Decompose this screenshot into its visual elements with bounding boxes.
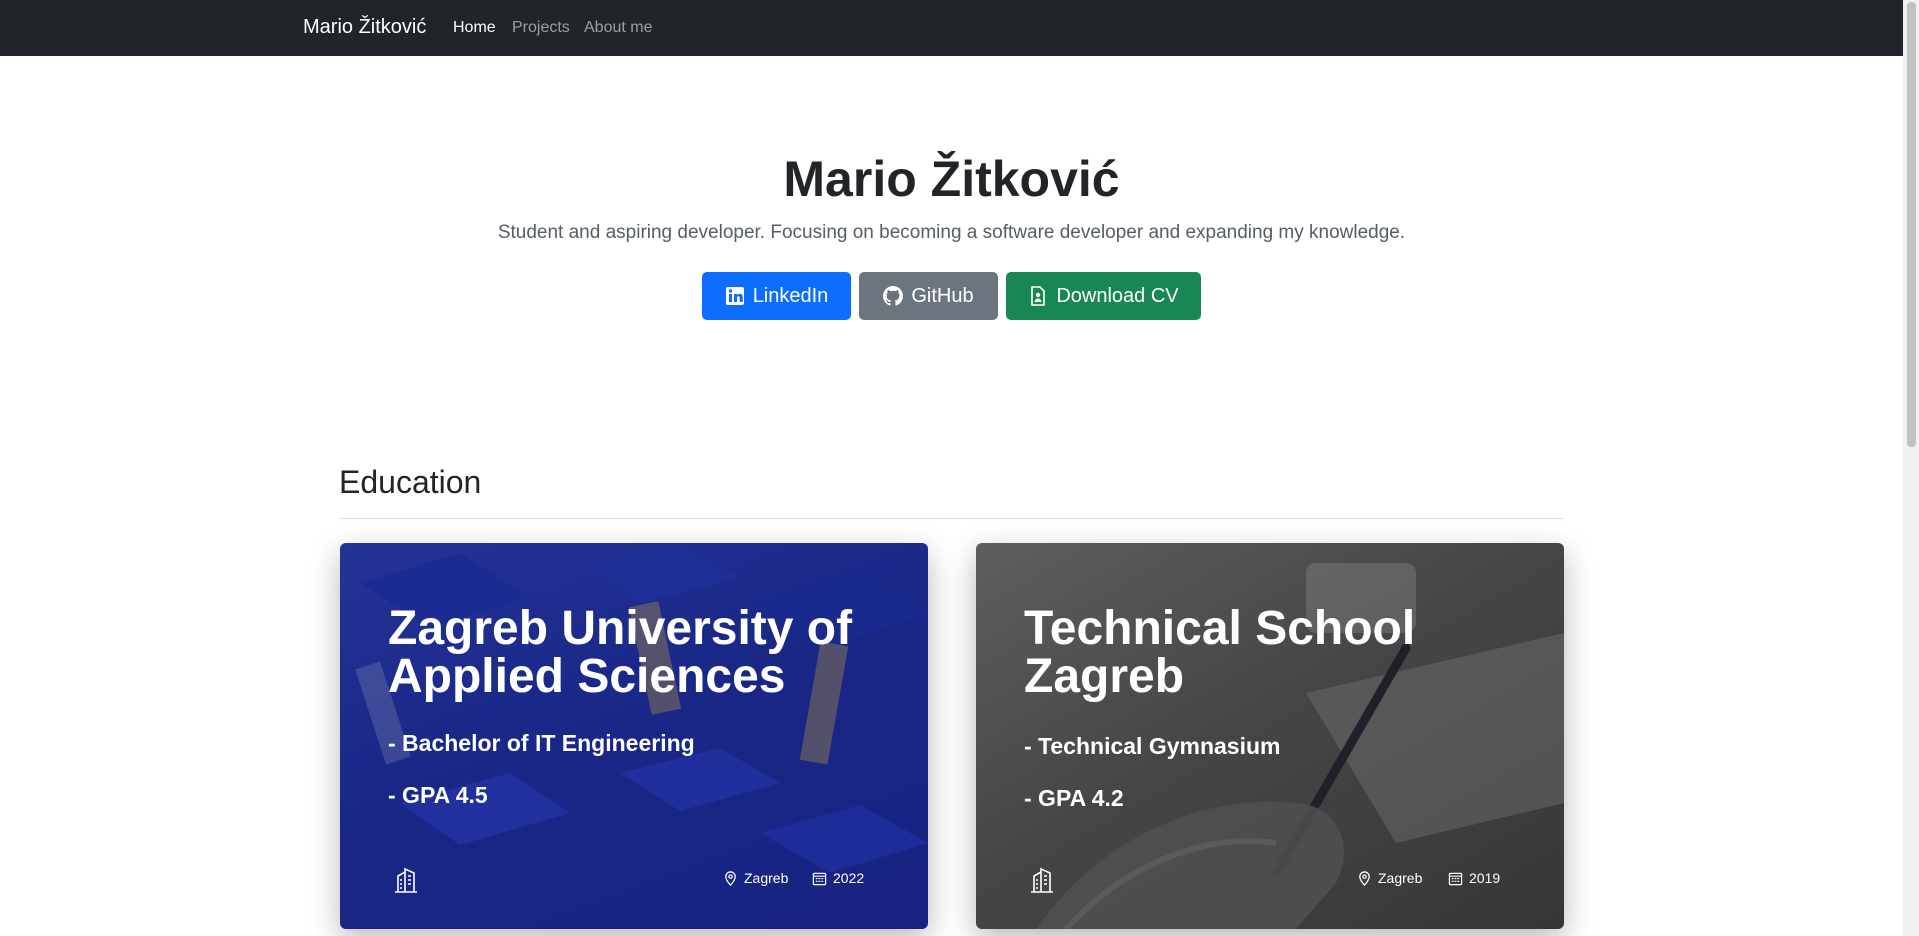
education-card-technical-school: Technical School Zagreb - Technical Gymn… xyxy=(976,543,1564,929)
calendar-icon xyxy=(1448,872,1463,885)
section-divider xyxy=(339,518,1564,519)
hero-lead: Student and aspiring developer. Focusing… xyxy=(497,222,1406,243)
download-cv-button-label: Download CV xyxy=(1056,284,1179,307)
nav-link-about-me[interactable]: About me xyxy=(584,19,652,37)
card-year-text: 2019 xyxy=(1469,870,1501,886)
scrollbar-thumb[interactable] xyxy=(1907,2,1916,447)
nav-link-projects[interactable]: Projects xyxy=(512,19,570,37)
card-gpa: - GPA 4.5 xyxy=(388,782,488,808)
github-button[interactable]: GitHub xyxy=(859,272,998,320)
location-pin-icon xyxy=(1359,870,1370,886)
nav-link-home[interactable]: Home xyxy=(453,19,496,37)
card-title: Technical School Zagreb xyxy=(1024,602,1416,703)
education-heading: Education xyxy=(339,464,482,500)
linkedin-button-label: LinkedIn xyxy=(752,284,829,307)
github-button-label: GitHub xyxy=(911,284,974,307)
card-location-text: Zagreb xyxy=(744,870,789,886)
location-pin-icon xyxy=(725,870,736,886)
download-cv-button[interactable]: Download CV xyxy=(1006,272,1201,320)
education-card-zagreb-university: Zagreb University of Applied Sciences - … xyxy=(340,543,928,929)
hero-title: Mario Žitković xyxy=(783,151,1120,207)
linkedin-icon xyxy=(725,287,744,305)
linkedin-button[interactable]: LinkedIn xyxy=(702,272,851,320)
building-icon xyxy=(1031,867,1053,893)
file-icon xyxy=(1031,286,1046,306)
calendar-icon xyxy=(812,872,827,885)
top-navbar: Mario Žitković Home Projects About me xyxy=(0,0,1903,56)
card-gpa: - GPA 4.2 xyxy=(1024,785,1124,811)
navbar-brand[interactable]: Mario Žitković xyxy=(303,16,426,39)
card-year-text: 2022 xyxy=(833,870,865,886)
github-icon xyxy=(883,286,904,306)
building-icon xyxy=(395,867,417,893)
card-location: Zagreb xyxy=(723,870,788,886)
card-degree: - Technical Gymnasium xyxy=(1024,733,1281,759)
card-year: 2022 xyxy=(812,870,864,886)
card-year: 2019 xyxy=(1448,870,1500,886)
card-location-text: Zagreb xyxy=(1378,870,1423,886)
card-location: Zagreb xyxy=(1357,870,1422,886)
page-scrollbar[interactable] xyxy=(1903,0,1919,936)
card-degree: - Bachelor of IT Engineering xyxy=(388,730,695,756)
card-title: Zagreb University of Applied Sciences xyxy=(388,602,853,703)
